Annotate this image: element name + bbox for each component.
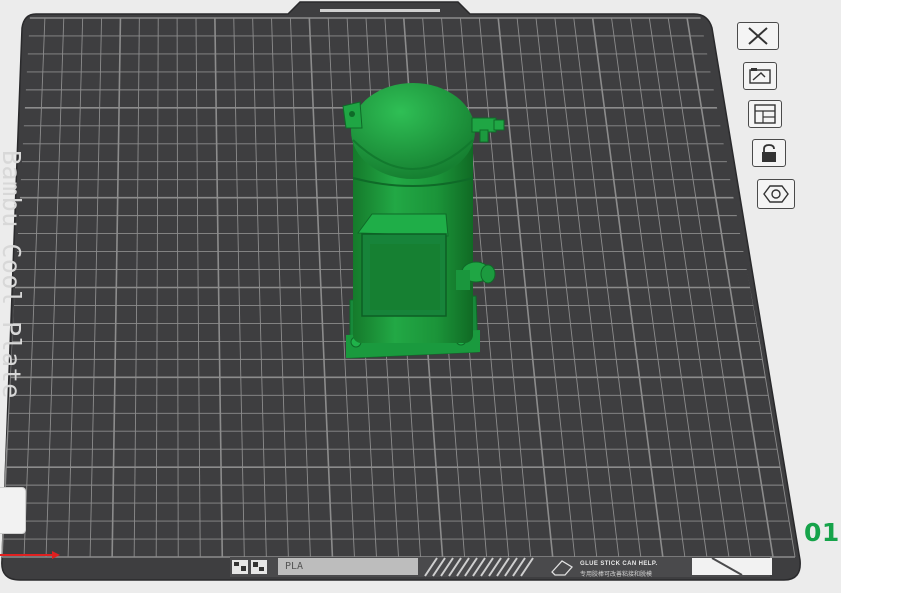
auto-orient-button[interactable] bbox=[743, 62, 777, 90]
right-gutter bbox=[841, 0, 901, 593]
plate-top-notch bbox=[320, 9, 440, 12]
plate-settings-icon bbox=[763, 185, 789, 203]
remove-plate-button[interactable] bbox=[737, 22, 779, 50]
plate-number[interactable]: 01 bbox=[804, 518, 840, 547]
auto-orient-icon bbox=[749, 68, 771, 84]
plate-name-label: Bambu Cool Plate bbox=[0, 150, 26, 399]
glue-stick-note: GLUE STICK CAN HELP. bbox=[580, 561, 658, 567]
3d-viewport[interactable]: Bambu Cool Plate PLA GLUE STICK CAN HELP… bbox=[0, 0, 841, 593]
left-panel-tab[interactable] bbox=[0, 487, 26, 534]
close-icon bbox=[748, 27, 768, 45]
build-plate-scene[interactable] bbox=[0, 0, 841, 593]
glue-stick-note-cn: 专用胶棒可改善粘接和脱模 bbox=[580, 572, 653, 578]
plate-corner-slot bbox=[692, 558, 772, 575]
arrange-button[interactable] bbox=[748, 100, 782, 128]
lock-icon bbox=[762, 144, 776, 162]
plate-settings-button[interactable] bbox=[757, 179, 795, 209]
arrange-icon bbox=[754, 104, 776, 124]
filament-type-label: PLA bbox=[285, 561, 304, 572]
lock-plate-button[interactable] bbox=[752, 139, 786, 167]
